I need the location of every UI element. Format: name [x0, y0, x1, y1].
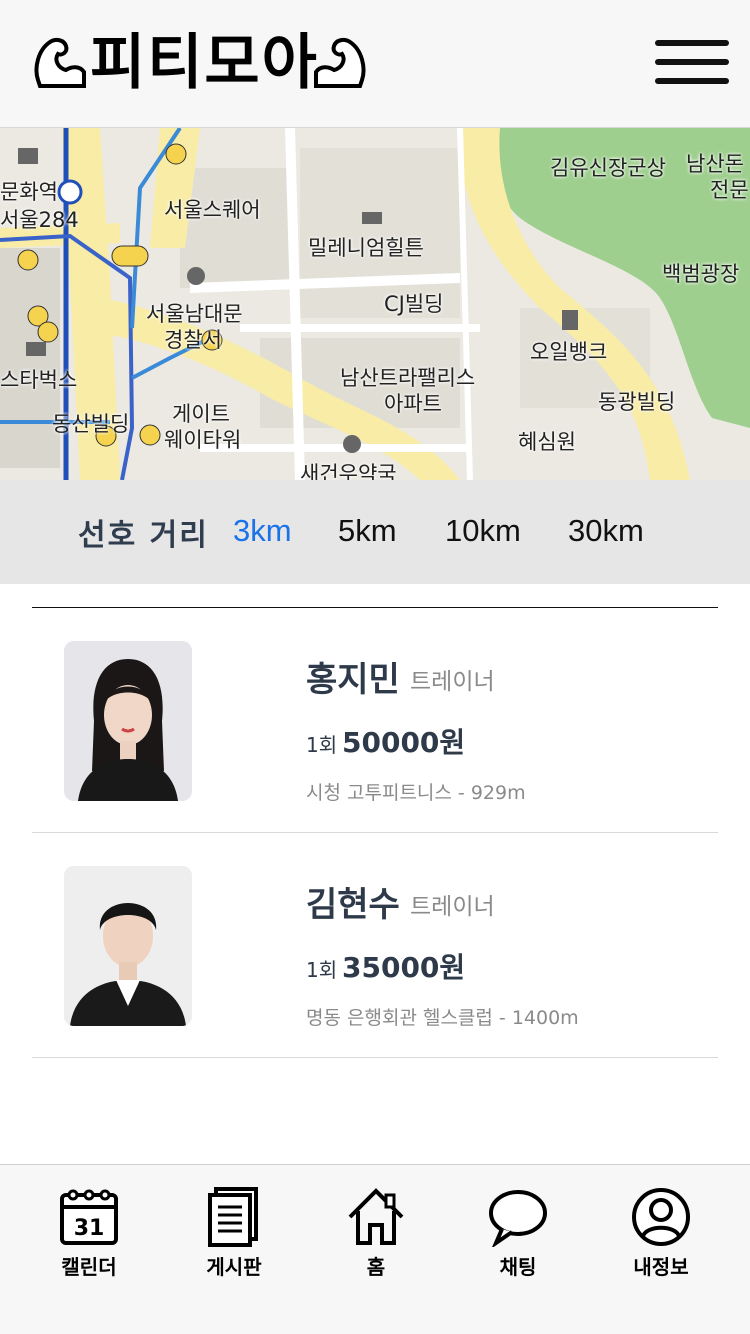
map-label: 스타벅스: [0, 368, 78, 392]
tab-home[interactable]: 홈: [316, 1187, 436, 1287]
map-label: 동광빌딩: [598, 390, 676, 414]
trainer-card[interactable]: 홍지민 트레이너 1회 50000원 시청 고투피트니스 - 929m: [32, 608, 718, 833]
tab-label: 채팅: [499, 1255, 537, 1279]
map-label: 백범광장: [662, 262, 740, 286]
map-label: 서울284: [0, 208, 79, 232]
app-logo[interactable]: 피티모아: [30, 28, 370, 98]
map-label: 웨이타워: [164, 428, 242, 452]
chat-bubble-icon: [489, 1190, 547, 1247]
map-label: 아파트: [384, 392, 442, 416]
map-label: 김유신장군상: [550, 156, 666, 180]
map-label: 경찰서: [164, 328, 222, 352]
app-header: 피티모아: [0, 0, 750, 128]
distance-preference-bar: 선호 거리 3km 5km 10km 30km: [0, 480, 750, 584]
tab-label: 캘린더: [61, 1255, 117, 1279]
map-view[interactable]: 문화역 서울284 서울스퀘어 밀레니엄힐튼 서울남대문 경찰서 CJ빌딩 오일뱅크 남산트라팰…: [0, 128, 750, 480]
map-label: 서울스퀘어: [164, 198, 261, 222]
map-label: 전문: [710, 178, 749, 202]
distance-option-10km[interactable]: 10km: [445, 513, 521, 549]
map-label: 새건우약국: [300, 462, 397, 480]
map-label: 혜심원: [518, 430, 576, 454]
price-prefix: 1회: [306, 733, 338, 757]
trainer-location: 시청 고투피트니스 - 929m: [306, 782, 526, 804]
tab-label: 내정보: [633, 1255, 689, 1279]
map-label: 오일뱅크: [530, 340, 608, 364]
map-label: CJ빌딩: [384, 292, 444, 316]
trainer-role: 트레이너: [410, 894, 495, 920]
trainer-photo: [64, 866, 192, 1026]
trainer-location: 명동 은행회관 헬스클럽 - 1400m: [306, 1007, 579, 1029]
distance-option-5km[interactable]: 5km: [338, 513, 397, 549]
trainer-card[interactable]: 김현수 트레이너 1회 35000원 명동 은행회관 헬스클럽 - 1400m: [32, 833, 718, 1058]
bottom-tab-bar: 31 캘린더 게시판 홈 채팅 내정보: [0, 1164, 750, 1334]
tab-calendar[interactable]: 31 캘린더: [29, 1187, 149, 1287]
document-icon: [208, 1187, 258, 1247]
home-icon: [348, 1188, 404, 1245]
trainer-price: 35000원: [342, 951, 466, 984]
trainer-name: 홍지민: [306, 660, 400, 700]
distance-option-3km[interactable]: 3km: [233, 513, 292, 549]
tab-label: 게시판: [206, 1255, 262, 1279]
distance-title: 선호 거리: [78, 518, 209, 553]
map-label: 동산빌딩: [52, 412, 130, 436]
logo-text: 피티모아: [90, 28, 319, 98]
tab-label: 홈: [366, 1255, 386, 1279]
trainer-role: 트레이너: [410, 669, 495, 695]
tab-board[interactable]: 게시판: [174, 1187, 294, 1287]
map-label: 문화역: [0, 180, 58, 204]
calendar-day: 31: [74, 1216, 105, 1241]
tab-profile[interactable]: 내정보: [601, 1187, 721, 1287]
trainer-photo: [64, 641, 192, 801]
hamburger-menu-icon[interactable]: [655, 40, 729, 86]
distance-option-30km[interactable]: 30km: [568, 513, 644, 549]
price-prefix: 1회: [306, 958, 338, 982]
tab-chat[interactable]: 채팅: [458, 1187, 578, 1287]
trainer-price: 50000원: [342, 726, 466, 759]
user-icon: [632, 1188, 690, 1246]
map-label: 밀레니엄힐튼: [308, 236, 424, 260]
calendar-icon: 31: [60, 1189, 118, 1245]
trainer-name: 김현수: [306, 885, 400, 925]
